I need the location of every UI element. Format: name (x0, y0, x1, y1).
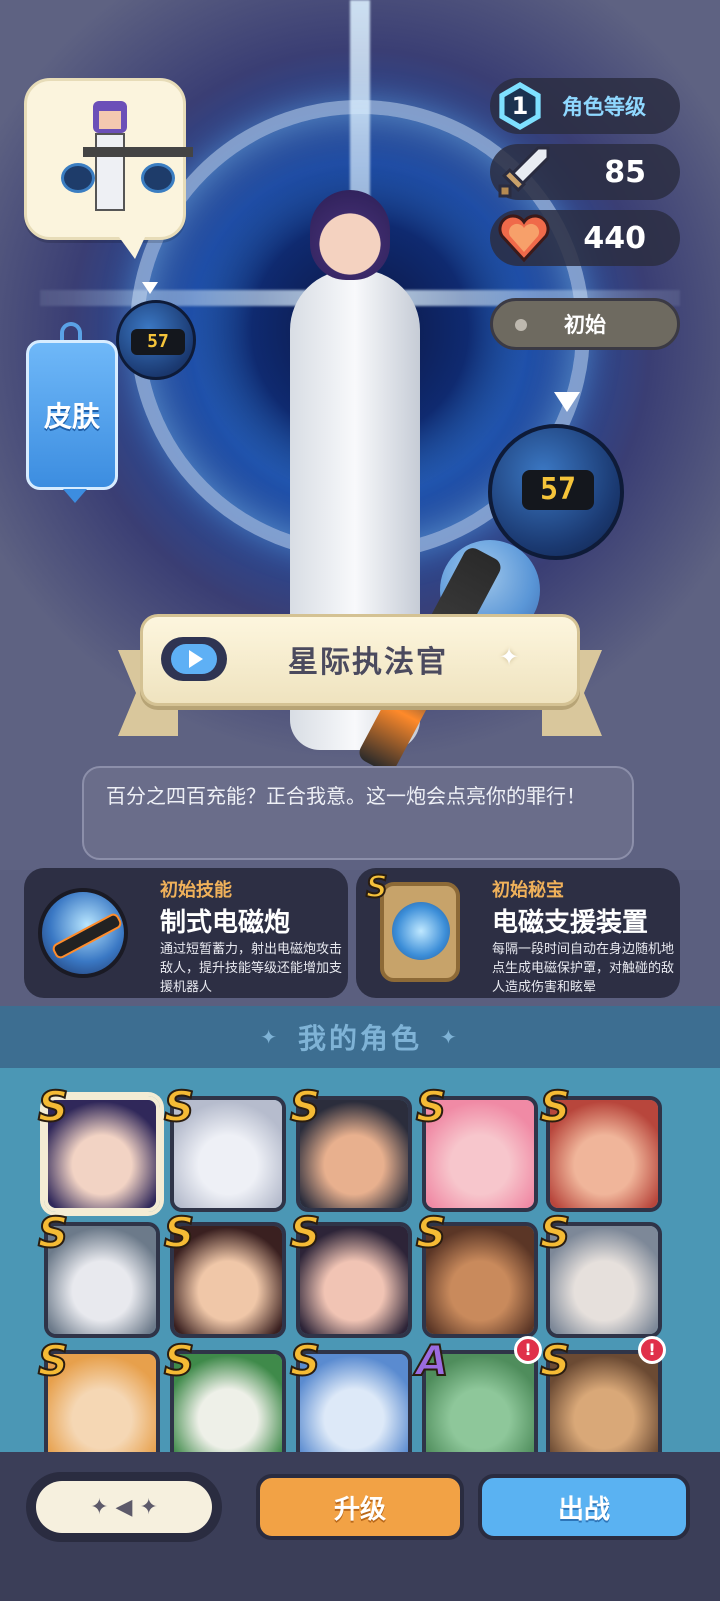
level-badge-icon: 1 (499, 82, 541, 130)
sparkle-icon: ✦ (499, 643, 520, 671)
rank-badge: S (415, 1207, 447, 1258)
rank-badge: S (37, 1335, 69, 1386)
right-ornament-icon: ✦ (440, 1025, 460, 1049)
roster-header: ✦ 我的角色 ✦ (0, 1006, 720, 1068)
stage-label: 初始 (564, 313, 606, 337)
skin-button[interactable]: 皮肤 (26, 340, 118, 503)
bottom-bar: ✦ ◀ ✦ 升级 出战 (0, 1452, 720, 1601)
level-label: 角色等级 (562, 95, 646, 119)
treasure-name: 电磁支援装置 (492, 908, 649, 938)
heart-icon (498, 214, 550, 263)
skill-name: 制式电磁炮 (160, 908, 291, 938)
treasure-description: 每隔一段时间自动在身边随机地点生成电磁保护罩，对触碰的敌人造成伤害和眩晕 (492, 942, 675, 995)
pixel-portrait-bubble (24, 78, 193, 259)
rank-badge: S (37, 1207, 69, 1258)
level-value: 1 (504, 88, 536, 124)
skill-header: 初始技能 (160, 880, 232, 901)
small-orb-counter: 57 (131, 329, 185, 355)
rank-badge: S (163, 1207, 195, 1258)
character-head (310, 190, 390, 280)
hp-value: 440 (583, 220, 646, 256)
rank-badge: S (415, 1081, 447, 1132)
rank-badge: S (289, 1081, 321, 1132)
alert-badge-icon: ! (638, 1336, 666, 1364)
character-quote: 百分之四百充能？正合我意。这一炮会点亮你的罪行！ (82, 766, 634, 860)
treasure-header: 初始秘宝 (492, 880, 564, 901)
rank-badge: S (539, 1081, 571, 1132)
rank-badge: A (415, 1335, 449, 1386)
rank-badge: S (163, 1081, 195, 1132)
treasure-rank-badge: S (365, 869, 389, 906)
roster-grid: S S S S S S S S S S S S S A! S! (0, 1068, 720, 1466)
initial-treasure-card[interactable]: S 初始秘宝 电磁支援装置 每隔一段时间自动在身边随机地点生成电磁保护罩，对触碰… (356, 868, 680, 998)
left-ornament-icon: ✦ (260, 1025, 280, 1049)
character-screen: 57 57 皮肤 1 角色等级 85 440 初始 星际执法官 ✦ 百分之四百充… (0, 0, 720, 1601)
shield-device-icon (380, 882, 460, 982)
alert-badge-icon: ! (514, 1336, 542, 1364)
support-drone-small: 57 (116, 300, 196, 380)
skill-description: 通过短暂蓄力，射出电磁炮攻击敌人，提升技能等级还能增加支援机器人 (160, 942, 343, 995)
play-icon (171, 644, 217, 674)
sword-icon (498, 146, 550, 198)
stage-dot-icon (515, 319, 527, 331)
attack-value: 85 (604, 154, 646, 190)
rank-badge: S (289, 1335, 321, 1386)
railgun-skill-icon (38, 888, 128, 978)
rank-badge: S (163, 1335, 195, 1386)
pixel-orb-left (61, 163, 95, 193)
character-name: 星际执法官 (288, 645, 448, 680)
attack-pill: 85 (490, 144, 680, 200)
pixel-orb-right (141, 163, 175, 193)
deploy-button[interactable]: 出战 (478, 1474, 690, 1540)
stage-selector[interactable]: 初始 (490, 298, 680, 350)
rank-badge: S (37, 1081, 69, 1132)
big-orb-counter: 57 (522, 470, 594, 510)
small-orb-marker-icon (142, 282, 158, 294)
back-arrow-icon: ✦ ◀ ✦ (36, 1481, 212, 1533)
support-drone-large: 57 (488, 424, 624, 560)
pixel-body (95, 133, 125, 211)
back-button[interactable]: ✦ ◀ ✦ (26, 1472, 222, 1542)
character-name-banner: 星际执法官 ✦ (140, 614, 580, 706)
rank-badge: S (539, 1207, 571, 1258)
pixel-face (99, 111, 121, 129)
initial-skill-card[interactable]: 初始技能 制式电磁炮 通过短暂蓄力，射出电磁炮攻击敌人，提升技能等级还能增加支援… (24, 868, 348, 998)
roster-title: 我的角色 (297, 1022, 422, 1055)
rank-badge: S (539, 1335, 571, 1386)
pixel-gun (83, 147, 193, 157)
level-pill: 1 角色等级 (490, 78, 680, 134)
voice-play-button[interactable] (161, 637, 227, 681)
upgrade-button[interactable]: 升级 (256, 1474, 464, 1540)
rank-badge: S (289, 1207, 321, 1258)
hp-pill: 440 (490, 210, 680, 266)
big-orb-marker-icon (554, 392, 580, 412)
banner-hook-icon (60, 322, 82, 342)
pixel-sprite (61, 101, 193, 221)
